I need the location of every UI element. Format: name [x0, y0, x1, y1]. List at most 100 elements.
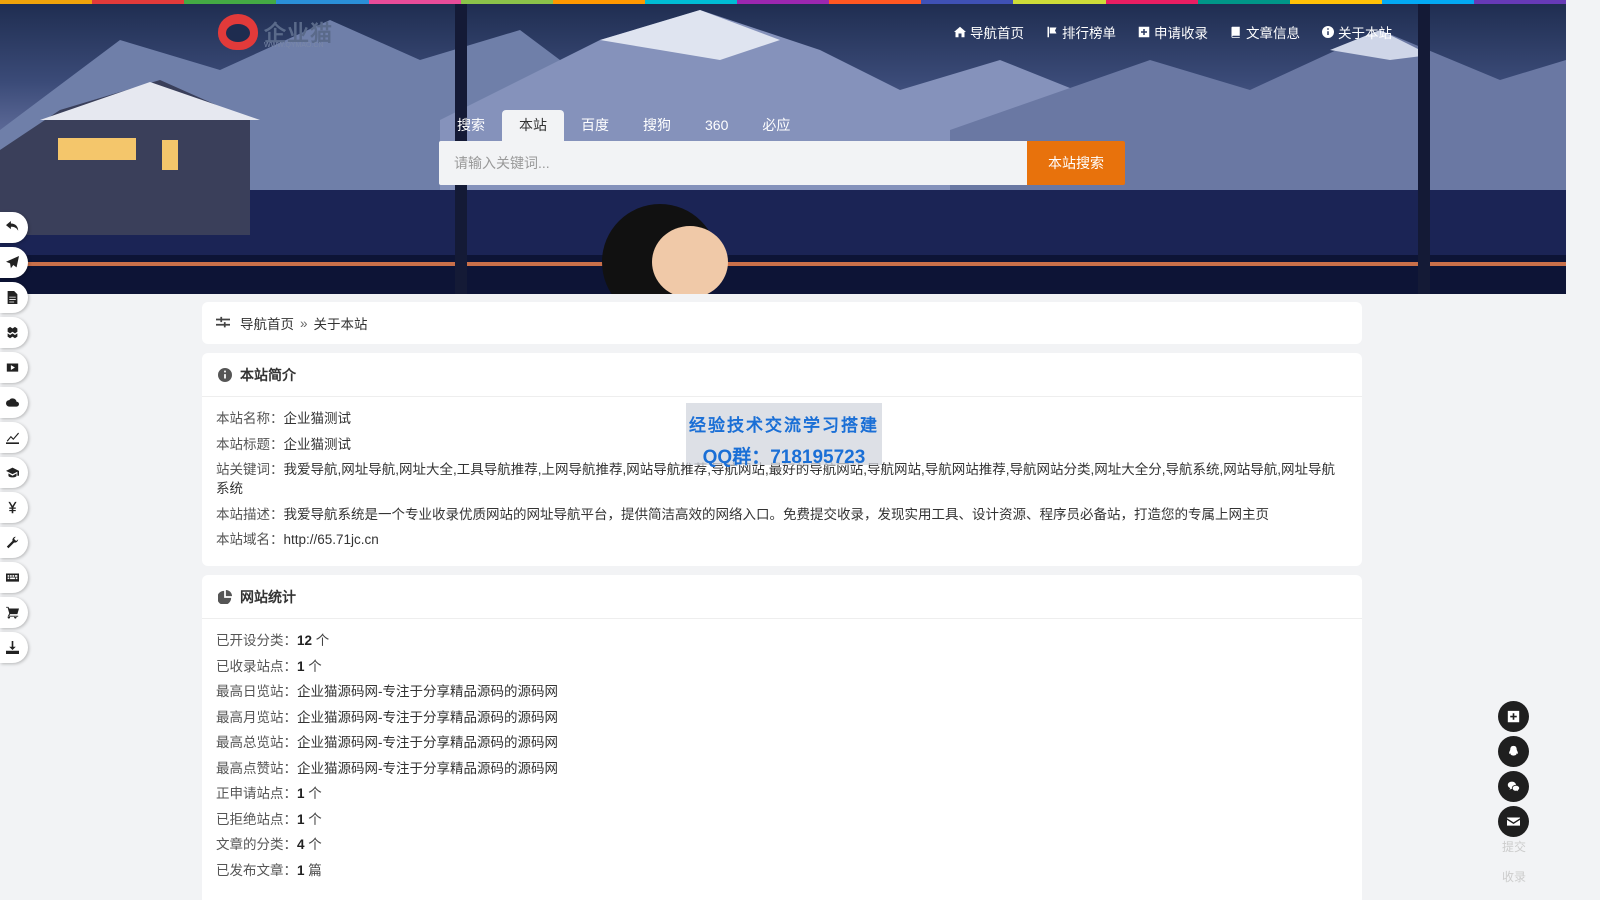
stats-row-unit: 个 — [315, 633, 330, 648]
book-icon — [1231, 26, 1240, 38]
search-tab[interactable]: 百度 — [564, 110, 626, 141]
stats-row-unit: 个 — [308, 837, 322, 852]
stats-row: 已收录站点：1 个 — [216, 657, 1348, 676]
nav-about[interactable]: 关于本站 — [1322, 22, 1392, 42]
left-tool-file[interactable] — [0, 282, 28, 313]
right-tool-qq[interactable] — [1498, 736, 1529, 767]
watermark-line1: 经验技术交流学习搭建 — [689, 416, 879, 436]
yen-icon — [8, 501, 17, 514]
search-button[interactable]: 本站搜索 — [1027, 141, 1125, 185]
cubes-icon — [7, 326, 18, 339]
left-tool-undo[interactable] — [0, 212, 28, 243]
stats-row-label: 最高日览站： — [216, 684, 297, 699]
faint-include-text: 收录 — [1502, 870, 1527, 884]
keyboard-icon — [6, 573, 19, 582]
stats-row-label: 已收录站点： — [216, 658, 297, 674]
left-tool-download[interactable] — [0, 632, 28, 663]
file-icon — [7, 291, 18, 304]
pie-chart-icon — [218, 589, 232, 604]
envelope-icon — [1507, 817, 1520, 826]
breadcrumb-current: 关于本站 — [313, 317, 368, 332]
rainbow-segment — [368, 0, 461, 4]
left-tool-cubes[interactable] — [0, 317, 28, 348]
right-floating-toolbar — [1498, 701, 1529, 837]
left-tool-yen[interactable] — [0, 492, 28, 523]
stats-row: 已拒绝站点：1 个 — [216, 810, 1348, 829]
intro-row-value: 企业猫测试 — [283, 436, 352, 452]
left-tool-wrench[interactable] — [0, 527, 28, 558]
left-tool-cart[interactable] — [0, 597, 28, 628]
info-circle-icon — [218, 367, 232, 382]
flag-icon — [1047, 26, 1057, 38]
left-tool-cloud[interactable] — [0, 387, 28, 418]
stats-row-count: 4 — [297, 837, 305, 852]
stats-row-label: 正申请站点： — [216, 786, 297, 801]
stats-row-site-link[interactable]: 企业猫源码网-专注于分享精品源码的源码网 — [297, 684, 558, 699]
left-tool-education[interactable] — [0, 457, 28, 488]
nav-submit[interactable]: 申请收录 — [1138, 22, 1208, 42]
top-rainbow-bar — [0, 0, 1567, 4]
stats-row-site-link[interactable]: 企业猫源码网-专注于分享精品源码的源码网 — [297, 710, 558, 725]
stats-row-site-link[interactable]: 企业猫源码网-专注于分享精品源码的源码网 — [297, 761, 558, 776]
left-tool-chart[interactable] — [0, 422, 28, 453]
stats-row-label: 最高月览站： — [216, 709, 297, 725]
line-chart-icon — [6, 432, 19, 444]
breadcrumb: 导航首页 » 关于本站 — [202, 302, 1362, 344]
rainbow-segment — [184, 0, 277, 4]
stats-row: 最高月览站：企业猫源码网-专注于分享精品源码的源码网 — [216, 708, 1348, 727]
search-tab[interactable]: 搜索 — [440, 110, 502, 141]
search-tab[interactable]: 搜狗 — [626, 110, 688, 141]
stats-row-unit: 个 — [308, 811, 322, 827]
rainbow-segment — [1289, 0, 1382, 4]
rainbow-segment — [1381, 0, 1474, 4]
rainbow-segment — [0, 0, 93, 4]
qq-group-watermark: 经验技术交流学习搭建 QQ群：718195723 — [686, 403, 882, 468]
rainbow-segment — [829, 0, 922, 4]
nav-ranking[interactable]: 排行榜单 — [1046, 22, 1116, 42]
youtube-icon — [6, 363, 19, 372]
stats-row-label: 已开设分类： — [216, 633, 297, 648]
stats-row-site-link[interactable]: 企业猫源码网-专注于分享精品源码的源码网 — [297, 735, 558, 750]
top-navigation: 导航首页 排行榜单 申请收录 文章信息 关于本站 — [954, 22, 1392, 42]
right-tool-email[interactable] — [1498, 806, 1529, 837]
rainbow-segment — [552, 0, 645, 4]
search-tab[interactable]: 本站 — [502, 110, 564, 141]
intro-header: 本站简介 — [202, 353, 1362, 397]
plus-square-icon — [1507, 710, 1520, 723]
rainbow-segment — [1105, 0, 1198, 4]
nav-home[interactable]: 导航首页 — [954, 22, 1024, 42]
logo-subtitle: WWW.QYMAO.CN — [264, 42, 324, 49]
info-icon — [1322, 26, 1334, 38]
intro-row-value: http://65.71jc.cn — [283, 532, 379, 547]
intro-row-label: 本站域名： — [216, 532, 284, 547]
intro-row: 本站描述：我爱导航系统是一个专业收录优质网站的网址导航平台，提供简洁高效的网络入… — [216, 505, 1348, 524]
sliders-icon — [216, 316, 230, 328]
right-tool-submit[interactable] — [1498, 701, 1529, 732]
intro-row: 本站域名：http://65.71jc.cn — [216, 530, 1348, 549]
search-tab[interactable]: 必应 — [745, 110, 807, 141]
nav-articles[interactable]: 文章信息 — [1230, 22, 1300, 42]
stats-row-count: 1 — [297, 658, 305, 674]
stats-card: 网站统计 已开设分类：12 个已收录站点：1 个最高日览站：企业猫源码网-专注于… — [202, 575, 1362, 900]
intro-row-value: 企业猫测试 — [283, 411, 352, 426]
graduation-cap-icon — [6, 467, 19, 478]
undo-icon — [6, 221, 19, 231]
left-tool-send[interactable] — [0, 247, 28, 278]
scrollbar[interactable] — [1566, 0, 1600, 900]
intro-row-label: 站关键词： — [216, 462, 284, 477]
search-input[interactable] — [439, 141, 1027, 185]
left-tool-video[interactable] — [0, 352, 28, 383]
rainbow-segment — [276, 0, 369, 4]
search-box: 本站搜索 — [439, 141, 1125, 185]
stats-row-unit: 个 — [308, 658, 322, 674]
intro-row-value: 我爱导航系统是一个专业收录优质网站的网址导航平台，提供简洁高效的网络入口。免费提… — [283, 506, 1270, 522]
breadcrumb-home-link[interactable]: 导航首页 — [240, 313, 294, 333]
right-tool-wechat[interactable] — [1498, 771, 1529, 802]
left-tool-keyboard[interactable] — [0, 562, 28, 593]
stats-row-count: 1 — [297, 786, 305, 801]
rainbow-segment — [92, 0, 185, 4]
search-tab[interactable]: 360 — [688, 110, 745, 141]
intro-row-label: 本站描述： — [216, 506, 284, 522]
qq-icon — [1509, 745, 1518, 756]
stats-row-count: 12 — [297, 633, 313, 648]
